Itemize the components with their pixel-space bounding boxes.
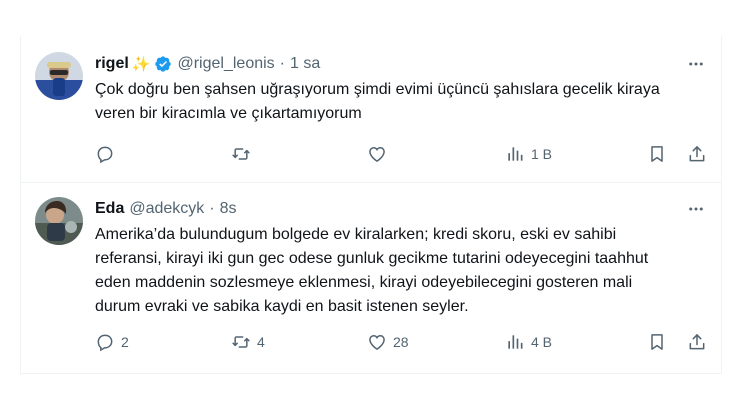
verified-badge-icon	[155, 56, 172, 72]
views-icon	[508, 147, 523, 161]
more-icon[interactable]	[685, 54, 707, 74]
avatar[interactable]	[35, 52, 83, 100]
bookmark-icon	[651, 146, 663, 162]
share-icon	[689, 334, 705, 350]
retweet-icon	[232, 148, 250, 160]
tweet[interactable]: Eda @adekcyk · 8s Amerika’da bulundugum …	[21, 183, 721, 373]
user-handle[interactable]: @rigel_leonis	[177, 55, 274, 73]
retweet-count: 4	[257, 334, 265, 350]
tweet-text: Amerika’da bulundugum bolgede ev kiralar…	[95, 226, 649, 315]
like-button[interactable]: 28	[367, 332, 409, 352]
retweet-button[interactable]	[231, 144, 257, 164]
separator-dot: ·	[209, 200, 215, 217]
reply-icon	[97, 146, 113, 164]
reply-button[interactable]	[95, 144, 121, 164]
views-button[interactable]: 1 B	[505, 144, 552, 164]
retweet-button[interactable]: 4	[231, 332, 265, 352]
share-button[interactable]	[687, 144, 707, 164]
views-button[interactable]: 4 B	[505, 332, 552, 352]
display-name[interactable]: Eda	[95, 200, 124, 218]
timestamp[interactable]: 1 sa	[290, 55, 320, 73]
like-icon	[369, 146, 385, 162]
avatar[interactable]	[35, 197, 83, 245]
like-icon	[369, 334, 385, 350]
timestamp[interactable]: 8s	[220, 200, 237, 218]
tweet-feed: rigel ✨ @rigel_leonis · 1 sa Çok doğru b…	[20, 36, 722, 374]
views-count: 1 B	[531, 146, 553, 162]
tweet-header: rigel ✨ @rigel_leonis · 1 sa	[95, 54, 681, 74]
reply-count: 2	[121, 334, 129, 350]
tweet-header: Eda @adekcyk · 8s	[95, 199, 681, 219]
separator-dot: ·	[279, 55, 285, 72]
share-button[interactable]	[687, 332, 707, 352]
sparkles-emoji-icon: ✨	[131, 56, 151, 73]
action-bar: 1 B	[95, 142, 707, 166]
bookmark-button[interactable]	[647, 144, 667, 164]
views-icon	[508, 335, 523, 349]
reply-button[interactable]: 2	[95, 332, 129, 352]
tweet-text: Çok doğru ben şahsen uğraşıyorum şimdi e…	[95, 81, 660, 122]
like-button[interactable]	[367, 144, 393, 164]
action-bar: 2 4 28 4 B	[95, 330, 707, 354]
divider	[21, 373, 721, 374]
display-name[interactable]: rigel	[95, 55, 129, 73]
bookmark-icon	[651, 334, 663, 350]
tweet[interactable]: rigel ✨ @rigel_leonis · 1 sa Çok doğru b…	[21, 36, 721, 182]
reply-icon	[97, 334, 113, 352]
like-count: 28	[393, 334, 409, 350]
views-count: 4 B	[531, 334, 553, 350]
user-handle[interactable]: @adekcyk	[129, 200, 204, 218]
retweet-icon	[232, 336, 250, 348]
bookmark-button[interactable]	[647, 332, 667, 352]
more-icon[interactable]	[685, 199, 707, 219]
share-icon	[689, 146, 705, 162]
